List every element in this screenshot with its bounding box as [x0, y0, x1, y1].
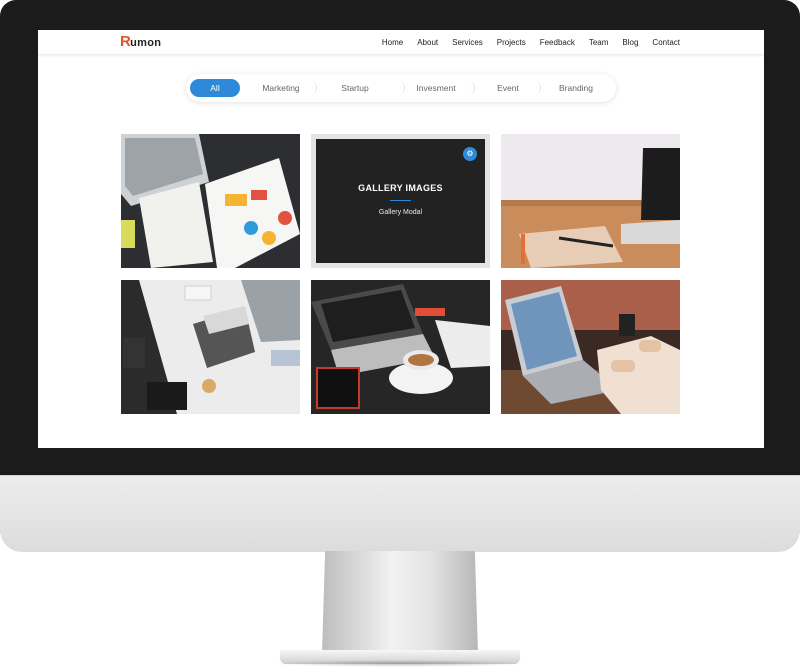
filter-separator — [468, 81, 475, 95]
gallery-item-notebook[interactable] — [501, 134, 680, 268]
photo-notebook-laptop — [501, 134, 680, 268]
gallery-overlay: ⚙ GALLERY IMAGES Gallery Modal — [316, 139, 485, 263]
nav-contact[interactable]: Contact — [652, 38, 680, 47]
gallery-item-coffee[interactable] — [311, 280, 490, 414]
gallery-overlay-subtitle: Gallery Modal — [378, 209, 423, 216]
filter-separator — [310, 81, 317, 95]
monitor-chin — [0, 475, 800, 552]
photo-coffee-laptop — [311, 280, 490, 414]
filter-event[interactable]: Event — [480, 79, 536, 97]
stand-shadow — [270, 660, 530, 667]
gallery-item-typing[interactable] — [501, 280, 680, 414]
nav-feedback[interactable]: Feedback — [540, 38, 575, 47]
filter-startup[interactable]: Startup — [322, 79, 388, 97]
photo-desk-laptop — [121, 280, 300, 414]
logo[interactable]: Rumon — [120, 33, 161, 50]
filter-invesment[interactable]: Invesment — [404, 79, 468, 97]
nav-team[interactable]: Team — [589, 38, 609, 47]
photo-laptop-charts — [121, 134, 300, 268]
filter-marketing[interactable]: Marketing — [252, 79, 310, 97]
main-menu: Home About Services Projects Feedback Te… — [368, 30, 680, 54]
gallery-item-charts[interactable] — [121, 134, 300, 268]
filter-branding[interactable]: Branding — [548, 79, 604, 97]
nav-blog[interactable]: Blog — [622, 38, 638, 47]
gallery-item-hover[interactable]: ⚙ GALLERY IMAGES Gallery Modal — [311, 134, 490, 268]
nav-services[interactable]: Services — [452, 38, 483, 47]
nav-home[interactable]: Home — [382, 38, 403, 47]
screen: Rumon Home About Services Projects Feedb… — [38, 30, 764, 448]
filter-all[interactable]: All — [190, 79, 240, 97]
nav-projects[interactable]: Projects — [497, 38, 526, 47]
overlay-divider — [390, 200, 411, 201]
gallery-item-desk[interactable] — [121, 280, 300, 414]
portfolio-filter-bar: All Marketing Startup Invesment Event Br… — [186, 74, 616, 102]
nav-about[interactable]: About — [417, 38, 438, 47]
settings-sliders-icon[interactable]: ⚙ — [463, 147, 477, 161]
photo-typing-laptop — [501, 280, 680, 414]
gallery-overlay-title: GALLERY IMAGES — [358, 183, 443, 193]
monitor-stand — [322, 551, 478, 653]
navbar: Rumon Home About Services Projects Feedb… — [38, 30, 764, 54]
logo-text: umon — [130, 37, 162, 49]
filter-separator — [534, 81, 541, 95]
